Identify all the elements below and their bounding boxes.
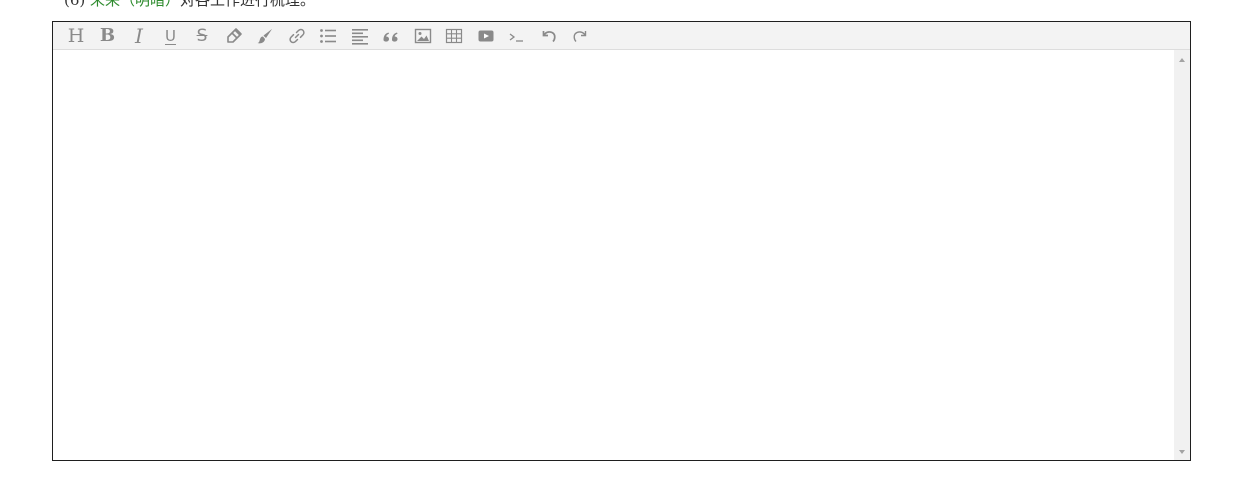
table-button[interactable] (443, 25, 465, 47)
italic-icon: I (135, 23, 143, 48)
quote-icon (383, 32, 398, 42)
question-highlight: 未来（明暗） (90, 0, 181, 9)
strikethrough-button[interactable]: S (191, 25, 213, 47)
question-text: 对各工作进行梳理。 (180, 0, 316, 9)
editor-content-area[interactable] (53, 50, 1174, 460)
underline-button[interactable]: U (160, 25, 182, 47)
undo-button[interactable] (538, 25, 560, 47)
vertical-scrollbar[interactable] (1174, 50, 1190, 460)
bullet-list-button[interactable] (317, 25, 339, 47)
code-button[interactable] (506, 25, 528, 47)
scroll-down-arrow-icon[interactable] (1179, 450, 1185, 454)
strikethrough-icon: S (196, 25, 208, 46)
rich-text-editor: H B I U S (52, 21, 1191, 461)
redo-icon (573, 30, 587, 42)
table-icon (445, 28, 463, 43)
image-icon (414, 28, 431, 43)
scroll-up-arrow-icon[interactable] (1179, 58, 1185, 62)
quote-button[interactable] (380, 25, 402, 47)
brush-button[interactable] (254, 25, 276, 47)
undo-icon (542, 30, 556, 42)
redo-button[interactable] (569, 25, 591, 47)
align-left-icon (351, 28, 368, 45)
highlighter-button[interactable] (223, 25, 245, 47)
image-button[interactable] (412, 25, 434, 47)
bold-icon: B (99, 24, 116, 46)
brush-icon (257, 28, 272, 43)
align-button[interactable] (349, 25, 371, 47)
question-prompt: (6) 未来（明暗）对各工作进行梳理。 (64, 0, 315, 10)
underline-icon: U (165, 26, 176, 45)
link-icon (288, 28, 305, 43)
list-icon (320, 28, 336, 43)
link-button[interactable] (286, 25, 308, 47)
bold-button[interactable]: B (97, 25, 119, 47)
video-button[interactable] (475, 25, 497, 47)
heading-icon: H (67, 24, 85, 47)
question-number: (6) (64, 0, 86, 9)
terminal-icon (509, 32, 523, 42)
video-icon (478, 30, 493, 41)
editor-toolbar: H B I U S (53, 22, 1190, 50)
italic-button[interactable]: I (128, 25, 150, 47)
highlighter-icon (226, 27, 242, 43)
heading-button[interactable]: H (65, 25, 87, 47)
